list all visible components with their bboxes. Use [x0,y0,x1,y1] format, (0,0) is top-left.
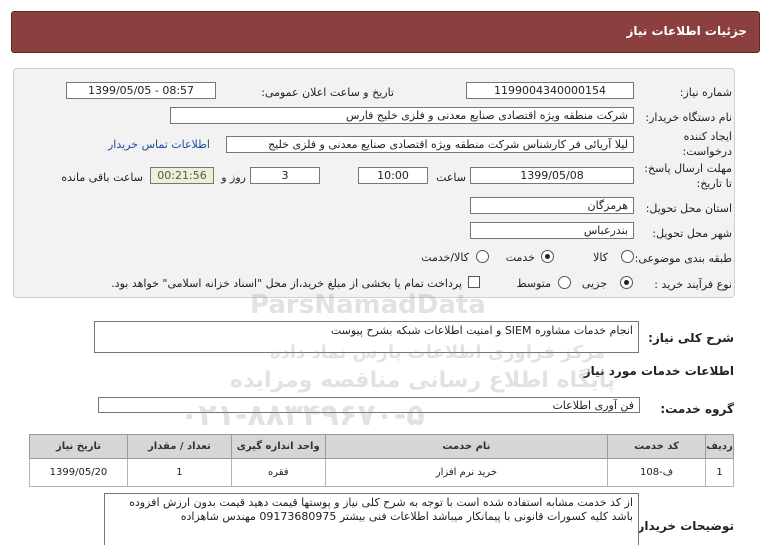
category-service-radio[interactable] [541,250,554,263]
category-both-radio[interactable] [476,250,489,263]
category-service-label: خدمت [505,251,535,264]
days-label: روز و [221,171,246,184]
table-row: 1 ف-108 خرید نرم افزار فقره 1 1399/05/20 [29,458,734,487]
col-name: نام خدمت [324,434,609,459]
cell-date: 1399/05/20 [29,458,128,487]
col-unit: واحد اندازه گیری [230,434,326,459]
category-goods-label: کالا [593,251,608,264]
category-goods-radio[interactable] [621,250,634,263]
services-table-header: ردیف کد خدمت نام خدمت واحد اندازه گیری ت… [29,434,734,459]
col-date: تاریخ نیاز [29,434,128,459]
col-qty: تعداد / مقدار [126,434,232,459]
summary-box: انجام خدمات مشاوره SIEM و امنیت اطلاعات … [94,321,639,353]
buyer-notes-label: توضیحات خریدار: [632,519,734,533]
page-header: جزئیات اطلاعات نیاز [11,11,760,53]
col-code: کد خدمت [607,434,707,459]
announce-date-field: 1399/05/05 - 08:57 [66,82,216,99]
cell-name: خرید نرم افزار [324,458,609,487]
remaining-timer: 00:21:56 [150,167,214,184]
cell-code: ف-108 [607,458,707,487]
service-group-field: فن آوری اطلاعات [98,397,640,413]
category-both-label: کالا/خدمت [421,251,469,264]
city-field: بندرعباس [470,222,634,239]
cell-qty: 1 [126,458,232,487]
summary-label: شرح کلی نیاز: [648,331,734,345]
province-field: هرمزگان [470,197,634,214]
province-label: استان محل تحویل: [645,202,732,215]
col-row: ردیف [705,434,734,459]
deadline-label-line1: مهلت ارسال پاسخ: [644,162,732,175]
city-label: شهر محل تحویل: [652,227,732,240]
deadline-time-label: ساعت [436,171,466,184]
need-number-label: شماره نیاز: [679,86,732,99]
days-remaining-field: 3 [250,167,320,184]
buyer-org-label: نام دستگاه خریدار: [645,111,732,124]
service-group-label: گروه خدمت: [660,402,734,416]
page-title: جزئیات اطلاعات نیاز [626,24,747,38]
process-medium-radio[interactable] [558,276,571,289]
deadline-label-line2: تا تاریخ: [696,177,732,190]
creator-field: لیلا آریائی فر کارشناس شرکت منطقه ویژه ا… [226,136,634,153]
services-section-title: اطلاعات خدمات مورد نیاز [583,364,734,378]
process-minor-radio[interactable] [620,276,633,289]
category-label: طبقه بندی موضوعی: [634,252,732,265]
deadline-date-field: 1399/05/08 [470,167,634,184]
treasury-payment-note: پرداخت تمام یا بخشی از مبلغ خرید،از محل … [111,277,462,290]
treasury-payment-checkbox[interactable] [468,276,480,288]
creator-label-line1: ایجاد کننده [683,130,732,143]
deadline-time-field: 10:00 [358,167,428,184]
remaining-label: ساعت باقی مانده [61,171,143,184]
announce-date-label: تاریخ و ساعت اعلان عمومی: [261,86,394,99]
creator-label-line2: درخواست: [682,145,732,158]
process-medium-label: متوسط [516,277,551,290]
buyer-org-field: شرکت منطقه ویژه اقتصادی صنایع معدنی و فل… [170,107,634,124]
process-type-label: نوع فرآیند خرید : [654,278,732,291]
services-table: ردیف کد خدمت نام خدمت واحد اندازه گیری ت… [29,434,734,487]
cell-unit: فقره [230,458,326,487]
watermark-line2: پایگاه اطلاع رسانی مناقصه ومزایده [230,368,616,393]
buyer-contact-link[interactable]: اطلاعات تماس خریدار [108,138,210,151]
need-number-field: 1199004340000154 [466,82,634,99]
process-minor-label: جزیی [581,277,607,290]
buyer-notes-box: از کد خدمت مشابه استفاده شده است با توجه… [104,493,639,545]
cell-index: 1 [705,458,734,487]
